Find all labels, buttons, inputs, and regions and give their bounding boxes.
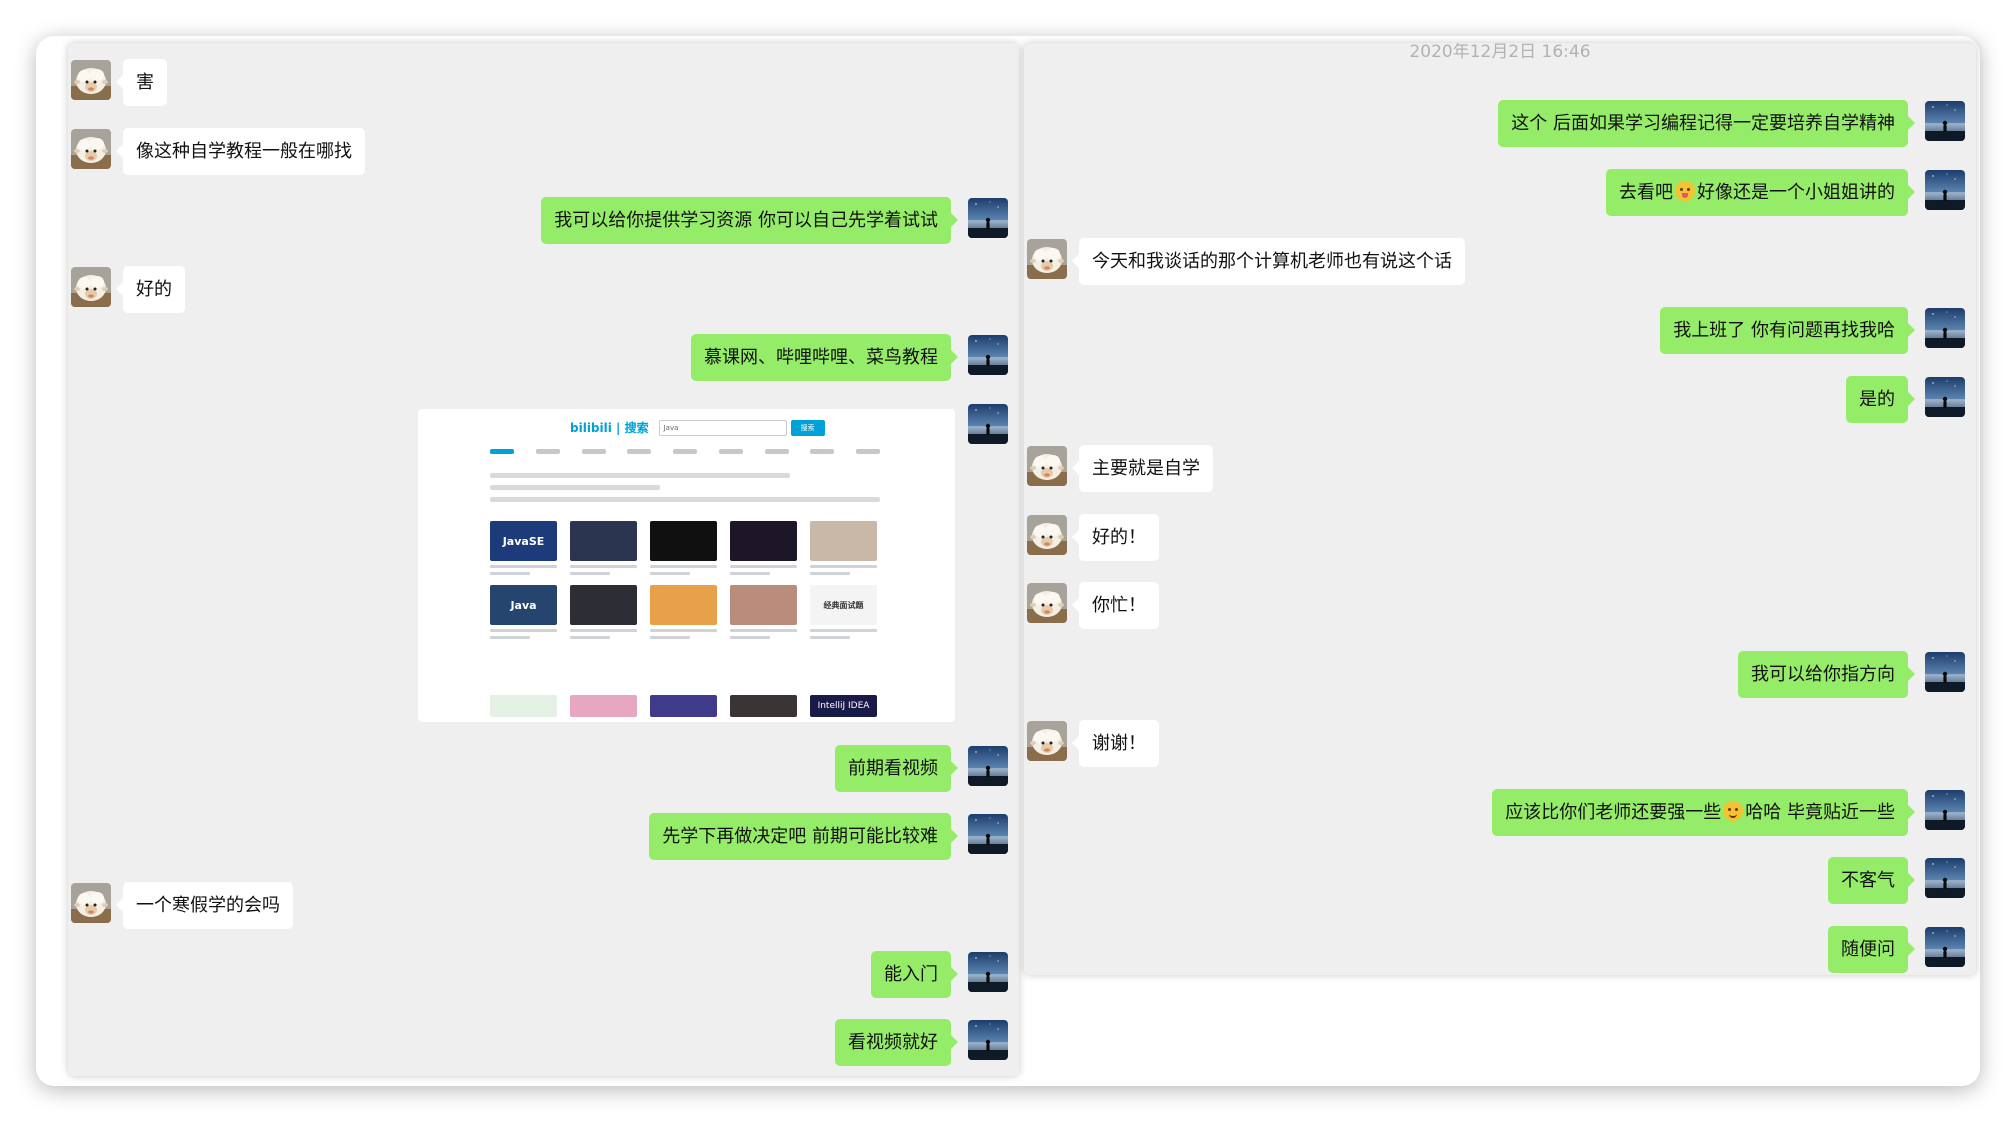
video-thumbnail — [570, 521, 637, 561]
message-bubble-incoming[interactable]: 像这种自学教程一般在哪找 — [116, 128, 365, 175]
message-bubble-outgoing[interactable]: 前期看视频 — [835, 745, 958, 792]
bilibili-search-bar: bilibili | 搜索 Java 搜索 — [570, 419, 825, 436]
message-bubble-outgoing[interactable]: 能入门 — [871, 951, 958, 998]
my-avatar[interactable] — [968, 198, 1008, 238]
message-bubble-outgoing[interactable]: 先学下再做决定吧 前期可能比较难 — [649, 813, 958, 860]
my-avatar[interactable] — [968, 814, 1008, 854]
video-thumbnail — [730, 585, 797, 625]
tongue-emoji-icon — [1675, 181, 1695, 201]
message-bubble-outgoing[interactable]: 去看吧 好像还是一个小姐姐讲的 — [1606, 169, 1915, 216]
message-text: 去看吧 — [1619, 182, 1673, 203]
message-bubble-outgoing[interactable]: 这个 后面如果学习编程记得一定要培养自学精神 — [1498, 100, 1915, 147]
my-avatar[interactable] — [1925, 170, 1965, 210]
video-thumbnail — [570, 585, 637, 625]
my-avatar[interactable] — [1925, 308, 1965, 348]
video-thumbnail — [810, 521, 877, 561]
message-timestamp: 2020年12月2日 16:46 — [1409, 43, 1591, 62]
chat-panel-left[interactable]: 害 像这种自学教程一般在哪找 我可以给你提供学习资源 你可以自己先学着试试 好的… — [68, 43, 1019, 1076]
contact-avatar[interactable] — [71, 267, 111, 307]
message-text: 应该比你们老师还要强一些 — [1505, 802, 1722, 823]
contact-avatar[interactable] — [71, 60, 111, 100]
my-avatar[interactable] — [1925, 652, 1965, 692]
message-bubble-outgoing[interactable]: 不客气 — [1828, 857, 1915, 904]
message-text: 好像还是一个小姐姐讲的 — [1697, 182, 1895, 203]
my-avatar[interactable] — [968, 404, 1008, 444]
contact-avatar[interactable] — [1027, 515, 1067, 555]
message-bubble-incoming[interactable]: 今天和我谈话的那个计算机老师也有说这个话 — [1072, 238, 1465, 285]
contact-avatar[interactable] — [71, 883, 111, 923]
my-avatar[interactable] — [968, 335, 1008, 375]
message-bubble-incoming[interactable]: 好的！ — [1072, 514, 1159, 561]
contact-avatar[interactable] — [1027, 721, 1067, 761]
bilibili-logo: bilibili | 搜索 — [570, 421, 649, 435]
bilibili-video-grid: JavaSE Java 经典面试题 — [490, 521, 880, 639]
message-bubble-incoming[interactable]: 害 — [116, 59, 167, 106]
contact-avatar[interactable] — [1027, 446, 1067, 486]
message-bubble-incoming[interactable]: 你忙！ — [1072, 582, 1159, 629]
message-text: 哈哈 毕竟贴近一些 — [1745, 802, 1895, 823]
video-thumbnail: JavaSE — [490, 521, 557, 561]
bilibili-video-row: IntelliJ IDEA — [490, 695, 880, 717]
laughing-emoji-icon — [1723, 801, 1744, 821]
my-avatar[interactable] — [968, 746, 1008, 786]
message-bubble-outgoing[interactable]: 应该比你们老师还要强一些 哈哈 毕竟贴近一些 — [1492, 789, 1915, 836]
video-thumbnail — [730, 521, 797, 561]
message-bubble-outgoing[interactable]: 随便问 — [1828, 926, 1915, 973]
video-thumbnail: 经典面试题 — [810, 585, 877, 625]
video-thumbnail — [650, 521, 717, 561]
image-message-bilibili-screenshot[interactable]: bilibili | 搜索 Java 搜索 JavaSE Java 经典面试题 — [418, 409, 955, 722]
chat-panel-right[interactable]: 2020年12月2日 16:46 这个 后面如果学习编程记得一定要培养自学精神 … — [1024, 43, 1976, 975]
bilibili-filter-row — [490, 497, 880, 502]
message-bubble-outgoing[interactable]: 我可以给你指方向 — [1738, 651, 1915, 698]
message-bubble-incoming[interactable]: 谢谢！ — [1072, 720, 1159, 767]
my-avatar[interactable] — [1925, 927, 1965, 967]
my-avatar[interactable] — [1925, 377, 1965, 417]
message-bubble-outgoing[interactable]: 我可以给你提供学习资源 你可以自己先学着试试 — [541, 197, 958, 244]
bilibili-search-button: 搜索 — [790, 419, 825, 436]
video-thumbnail — [650, 585, 717, 625]
video-thumbnail: Java — [490, 585, 557, 625]
message-bubble-outgoing[interactable]: 慕课网、哔哩哔哩、菜鸟教程 — [691, 334, 958, 381]
my-avatar[interactable] — [968, 952, 1008, 992]
contact-avatar[interactable] — [71, 129, 111, 169]
my-avatar[interactable] — [1925, 790, 1965, 830]
my-avatar[interactable] — [1925, 858, 1965, 898]
message-bubble-incoming[interactable]: 一个寒假学的会吗 — [116, 882, 293, 929]
bilibili-result-tabs — [490, 449, 880, 461]
message-bubble-outgoing[interactable]: 我上班了 你有问题再找我哈 — [1660, 307, 1915, 354]
video-thumbnail: IntelliJ IDEA — [810, 695, 877, 717]
message-bubble-outgoing[interactable]: 看视频就好 — [835, 1019, 958, 1066]
bilibili-filter-row — [490, 473, 790, 478]
my-avatar[interactable] — [968, 1020, 1008, 1060]
contact-avatar[interactable] — [1027, 239, 1067, 279]
contact-avatar[interactable] — [1027, 583, 1067, 623]
bilibili-search-input: Java — [658, 419, 787, 436]
message-bubble-outgoing[interactable]: 是的 — [1846, 376, 1915, 423]
bilibili-filter-row — [490, 485, 660, 490]
my-avatar[interactable] — [1925, 101, 1965, 141]
message-bubble-incoming[interactable]: 好的 — [116, 266, 185, 313]
message-bubble-incoming[interactable]: 主要就是自学 — [1072, 445, 1213, 492]
